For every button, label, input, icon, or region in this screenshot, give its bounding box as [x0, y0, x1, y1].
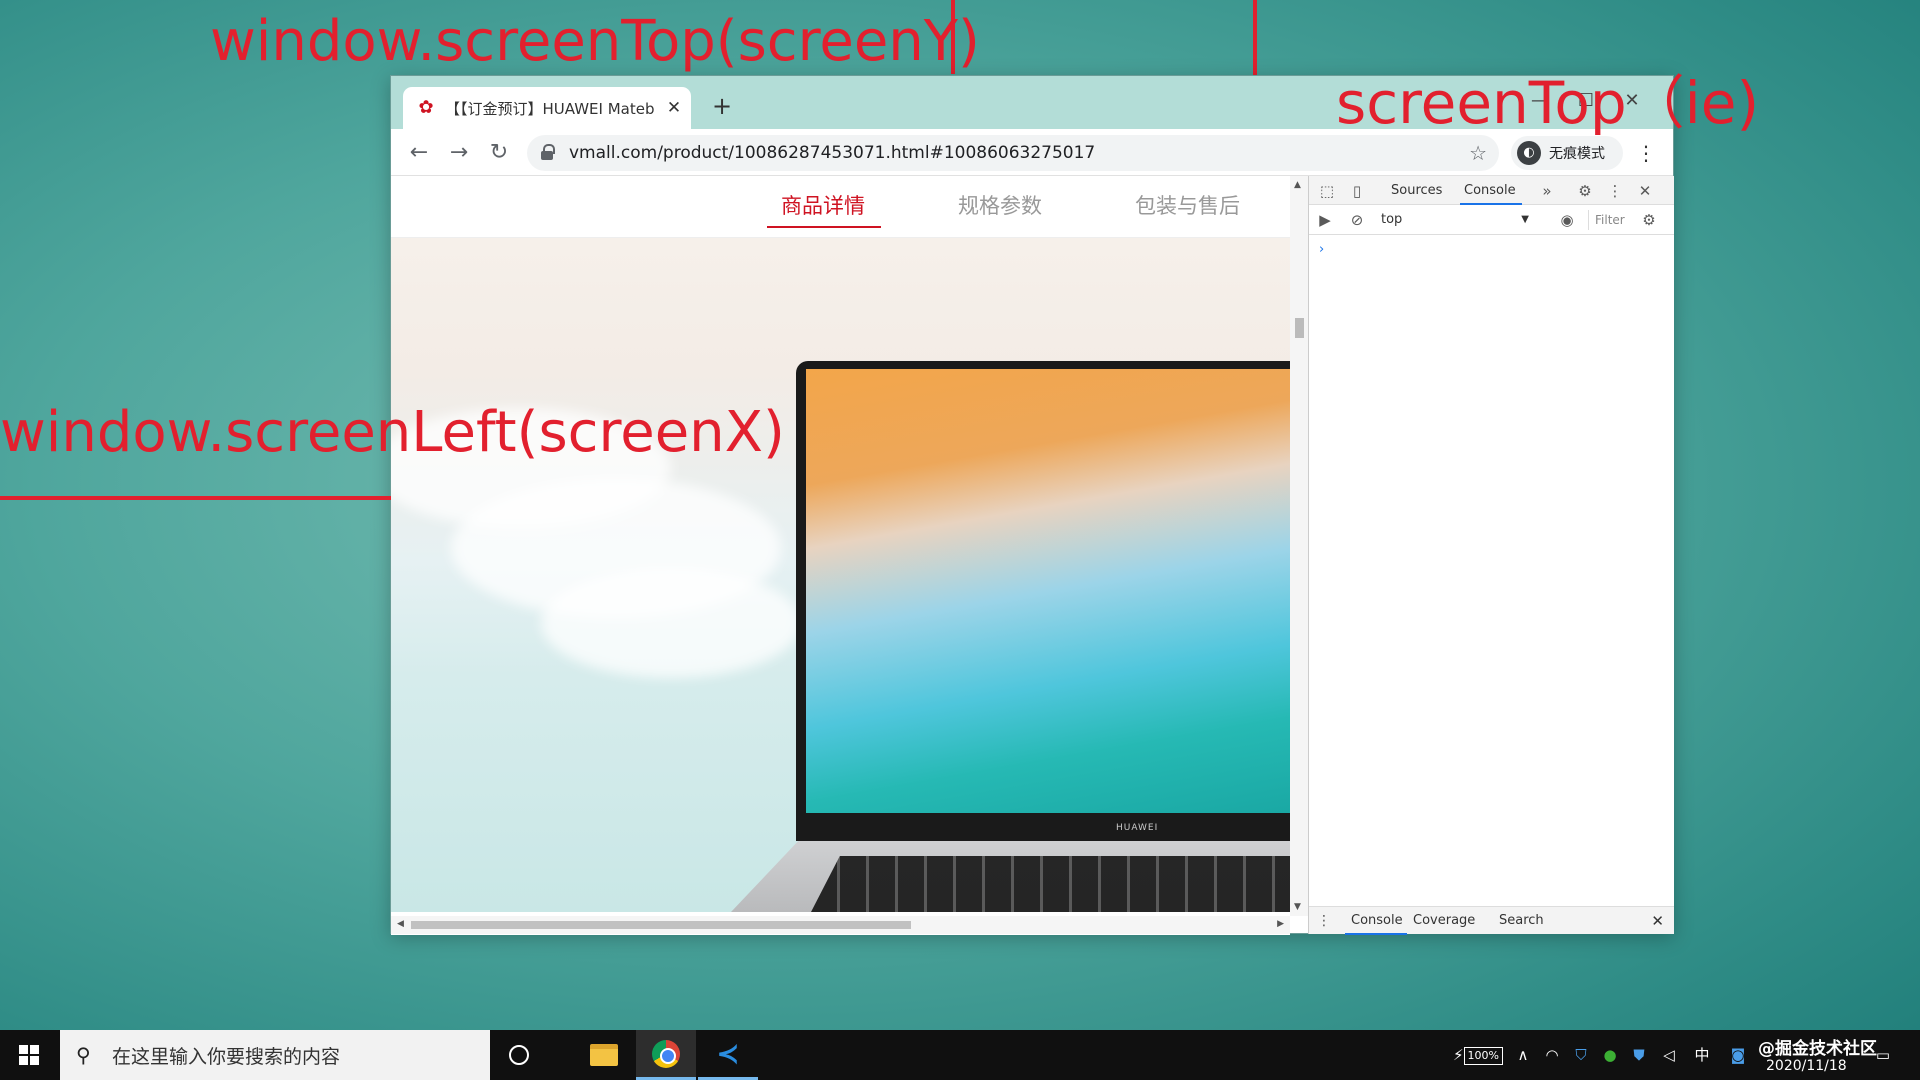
console-filter-input[interactable]: Filter	[1588, 210, 1628, 230]
page-horizontal-scrollbar[interactable]: ◀ ▶	[391, 916, 1290, 934]
scroll-right-icon[interactable]: ▶	[1277, 919, 1284, 929]
taskbar-search[interactable]: ⚲ 在这里输入你要搜索的内容	[60, 1030, 490, 1080]
start-button[interactable]	[0, 1030, 58, 1080]
lock-icon[interactable]	[541, 144, 555, 160]
scroll-left-icon[interactable]: ◀	[397, 919, 404, 929]
subnav-tab-details[interactable]: 商品详情	[781, 190, 865, 220]
chrome-icon	[652, 1039, 680, 1068]
wechat-icon[interactable]: ●	[1598, 1030, 1622, 1080]
page-vertical-scrollbar[interactable]: ▲ ▼	[1290, 176, 1308, 916]
annotation-screen-left: window.screenLeft(screenX)	[0, 400, 785, 465]
console-sidebar-icon[interactable]: ▶	[1315, 210, 1335, 230]
drawer-tab-search[interactable]: Search	[1499, 907, 1544, 935]
devtools-drawer: ⋮ Console Coverage Search ✕	[1309, 906, 1674, 935]
live-expression-eye-icon[interactable]: ◉	[1557, 210, 1577, 230]
network-icon[interactable]: ◠	[1540, 1030, 1564, 1080]
file-explorer-button[interactable]	[574, 1030, 634, 1080]
input-method-indicator[interactable]: 中	[1690, 1030, 1714, 1080]
context-selector[interactable]: top ▼	[1375, 209, 1535, 231]
scroll-down-icon[interactable]: ▼	[1294, 902, 1301, 912]
laptop-keyboard	[811, 856, 1290, 912]
address-url[interactable]: vmall.com/product/10086287453071.html#10…	[569, 135, 1095, 171]
annotation-screen-top-ie: screenTop（ie)	[1336, 69, 1760, 137]
laptop-image: HUAWEI	[796, 361, 1290, 841]
forward-button[interactable]: →	[443, 137, 475, 169]
subnav-tab-specs[interactable]: 规格参数	[958, 190, 1042, 220]
address-bar[interactable]: vmall.com/product/10086287453071.html#10…	[527, 135, 1499, 171]
product-subnav: 商品详情 规格参数 包装与售后	[391, 176, 1290, 238]
vertical-scroll-thumb[interactable]	[1295, 318, 1304, 338]
taskbar: ⚲ 在这里输入你要搜索的内容 ≺ ⚡ 100% ∧ ◠ ⛉ ● ⛊ ◁ 中 ◙ @…	[0, 1030, 1920, 1080]
drawer-tab-console[interactable]: Console	[1351, 907, 1403, 935]
product-hero-image: HUAWEI	[391, 238, 1290, 912]
cortana-icon	[509, 1045, 529, 1065]
annotation-line-screen-left	[0, 496, 391, 500]
new-tab-button[interactable]: +	[707, 91, 737, 121]
back-button[interactable]: ←	[403, 137, 435, 169]
huawei-logo-icon: ✿	[418, 97, 434, 118]
show-hidden-icons-button[interactable]: ∧	[1512, 1030, 1534, 1080]
drawer-active-tab-indicator	[1345, 933, 1407, 935]
hero-foam	[541, 568, 801, 678]
incognito-icon: ◐	[1517, 141, 1541, 165]
taskbar-search-placeholder: 在这里输入你要搜索的内容	[112, 1045, 341, 1068]
notification-icon[interactable]: ▭	[1868, 1030, 1898, 1080]
desktop: window.screenTop(screenY) ✿ 【【订金预订】HUAWE…	[0, 0, 1920, 1030]
chrome-taskbar-button[interactable]	[636, 1030, 696, 1080]
incognito-badge[interactable]: ◐ 无痕模式	[1511, 136, 1623, 170]
tab-close-icon[interactable]: ✕	[665, 98, 683, 118]
laptop-display-wallpaper	[806, 369, 1290, 813]
browser-window: ✿ 【【订金预订】HUAWEI Mateb ✕ + — ☐ ✕ ← → ↻ vm…	[390, 75, 1674, 935]
battery-level: 100%	[1463, 1046, 1503, 1065]
battery-indicator[interactable]: ⚡ 100%	[1448, 1030, 1508, 1080]
horizontal-scroll-thumb[interactable]	[411, 921, 911, 929]
taskbar-date[interactable]: 2020/11/18	[1766, 1058, 1847, 1074]
devtools-close-icon[interactable]: ✕	[1635, 181, 1655, 201]
incognito-label: 无痕模式	[1549, 146, 1605, 162]
laptop-brand: HUAWEI	[1116, 823, 1159, 833]
windows-logo-icon	[19, 1045, 39, 1065]
subnav-active-indicator	[767, 226, 881, 228]
search-icon: ⚲	[76, 1043, 91, 1067]
subnav-tab-after-sales[interactable]: 包装与售后	[1135, 190, 1240, 220]
chevron-down-icon: ▼	[1521, 214, 1529, 225]
security-shield-icon[interactable]: ⛉	[1570, 1030, 1592, 1080]
qq-icon[interactable]: ◙	[1726, 1030, 1750, 1080]
context-value: top	[1381, 212, 1403, 227]
console-toolbar: ▶ ⊘ top ▼ ◉ Filter ⚙	[1309, 205, 1674, 235]
tab-title: 【【订金预订】HUAWEI Mateb	[445, 99, 655, 118]
browser-tab[interactable]: ✿ 【【订金预订】HUAWEI Mateb ✕	[403, 87, 691, 129]
vscode-taskbar-button[interactable]: ≺	[698, 1030, 758, 1080]
inspect-element-icon[interactable]: ⬚	[1317, 181, 1337, 201]
more-tabs-icon[interactable]: »	[1537, 181, 1557, 201]
watermark: @掘金技术社区	[1758, 1039, 1877, 1059]
annotation-screen-top: window.screenTop(screenY)	[210, 9, 980, 74]
defender-shield-icon[interactable]: ⛊	[1628, 1030, 1650, 1080]
annotation-line-screen-top	[951, 0, 955, 74]
devtools-tabbar: ⬚ ▯ Sources Console » ⚙ ⋮ ✕	[1309, 176, 1674, 205]
console-settings-gear-icon[interactable]: ⚙	[1639, 210, 1659, 230]
devtools-menu-icon[interactable]: ⋮	[1605, 181, 1625, 201]
folder-icon	[590, 1044, 618, 1066]
drawer-menu-icon[interactable]: ⋮	[1317, 907, 1331, 935]
device-toolbar-icon[interactable]: ▯	[1347, 181, 1367, 201]
settings-gear-icon[interactable]: ⚙	[1575, 181, 1595, 201]
bookmark-star-icon[interactable]: ☆	[1469, 135, 1487, 171]
page-viewport: 商品详情 规格参数 包装与售后 HUAWEI	[391, 176, 1290, 935]
volume-icon[interactable]: ◁	[1658, 1030, 1680, 1080]
scroll-up-icon[interactable]: ▲	[1294, 180, 1301, 190]
devtools-tab-console[interactable]: Console	[1464, 176, 1516, 205]
devtools-panel: ⬚ ▯ Sources Console » ⚙ ⋮ ✕ ▶ ⊘ top ▼ ◉ …	[1308, 176, 1674, 935]
devtools-tab-sources[interactable]: Sources	[1391, 176, 1442, 205]
browser-menu-button[interactable]: ⋮	[1631, 138, 1661, 168]
drawer-close-icon[interactable]: ✕	[1651, 907, 1664, 935]
console-prompt[interactable]: ›	[1319, 242, 1324, 257]
reload-button[interactable]: ↻	[483, 137, 515, 169]
drawer-tab-coverage[interactable]: Coverage	[1413, 907, 1475, 935]
cortana-button[interactable]	[489, 1030, 549, 1080]
clear-console-icon[interactable]: ⊘	[1347, 210, 1367, 230]
vscode-icon: ≺	[716, 1037, 740, 1070]
plug-icon: ⚡	[1453, 1046, 1464, 1064]
